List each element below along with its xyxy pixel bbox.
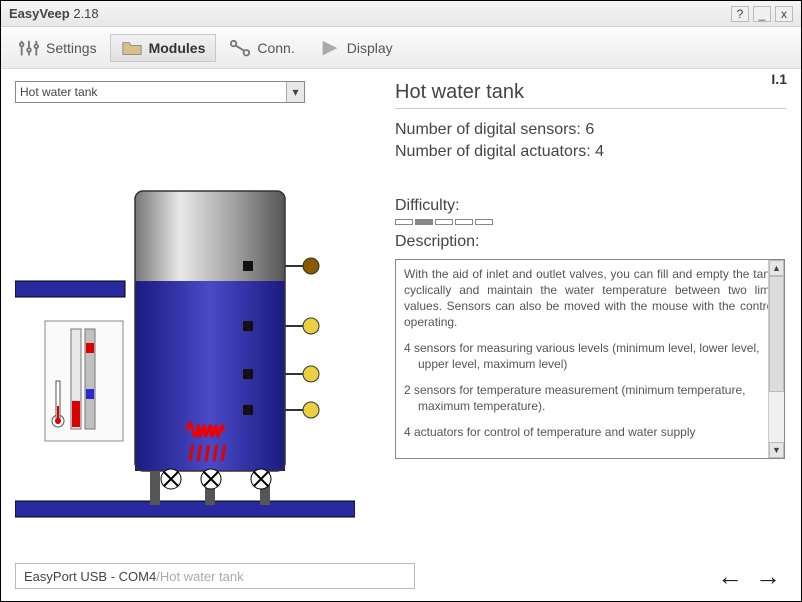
title-bar: EasyVeep 2.18 ? _ x — [1, 1, 801, 27]
status-port: EasyPort USB - COM4 — [24, 569, 156, 584]
tab-display[interactable]: Display — [308, 34, 404, 62]
left-panel: Hot water tank ▾ — [15, 81, 375, 559]
tab-display-label: Display — [347, 40, 393, 56]
app-title: EasyVeep 2.18 — [9, 6, 99, 21]
difficulty-seg — [415, 219, 433, 225]
difficulty-seg — [475, 219, 493, 225]
scroll-track[interactable] — [769, 276, 784, 442]
status-bar: EasyPort USB - COM4 / Hot water tank — [15, 563, 415, 589]
right-panel: Hot water tank Number of digital sensors… — [375, 81, 787, 559]
close-button[interactable]: x — [775, 6, 793, 22]
description-box: With the aid of inlet and outlet valves,… — [395, 259, 785, 459]
module-dropdown[interactable]: Hot water tank ▾ — [15, 81, 305, 103]
difficulty-seg — [455, 219, 473, 225]
difficulty-bar — [395, 219, 787, 225]
bottom-bar: EasyPort USB - COM4 / Hot water tank ← → — [15, 561, 787, 591]
difficulty-seg — [435, 219, 453, 225]
tab-modules-label: Modules — [149, 40, 206, 56]
difficulty-label: Difficulty: — [395, 197, 787, 215]
scroll-up-icon[interactable]: ▲ — [769, 260, 784, 276]
content: I.1 Hot water tank ▾ — [1, 69, 801, 559]
play-icon — [319, 39, 341, 57]
toolbar: Settings Modules Conn. Display — [1, 27, 801, 69]
difficulty-seg — [395, 219, 413, 225]
description-label: Description: — [395, 233, 787, 251]
status-module: Hot water tank — [160, 569, 244, 584]
tab-modules[interactable]: Modules — [110, 34, 217, 62]
tab-conn[interactable]: Conn. — [218, 34, 305, 62]
prev-arrow-icon[interactable]: ← — [711, 561, 749, 592]
actuators-line: Number of digital actuators: 4 — [395, 141, 787, 163]
chevron-down-icon: ▾ — [286, 82, 304, 102]
description-text: With the aid of inlet and outlet valves,… — [396, 260, 784, 458]
folder-icon — [121, 39, 143, 57]
sliders-icon — [18, 39, 40, 57]
tab-settings-label: Settings — [46, 40, 97, 56]
scroll-thumb[interactable] — [769, 276, 784, 392]
connection-icon — [229, 39, 251, 57]
tab-conn-label: Conn. — [257, 40, 294, 56]
next-arrow-icon[interactable]: → — [749, 561, 787, 592]
help-button[interactable]: ? — [731, 6, 749, 22]
scrollbar[interactable]: ▲ ▼ — [768, 260, 784, 458]
tab-settings[interactable]: Settings — [7, 34, 108, 62]
module-preview — [15, 121, 355, 521]
minimize-button[interactable]: _ — [753, 6, 771, 22]
module-index: I.1 — [771, 71, 787, 87]
dropdown-selected: Hot water tank — [20, 85, 97, 99]
scroll-down-icon[interactable]: ▼ — [769, 442, 784, 458]
module-title: Hot water tank — [395, 81, 787, 109]
sensors-line: Number of digital sensors: 6 — [395, 119, 787, 141]
